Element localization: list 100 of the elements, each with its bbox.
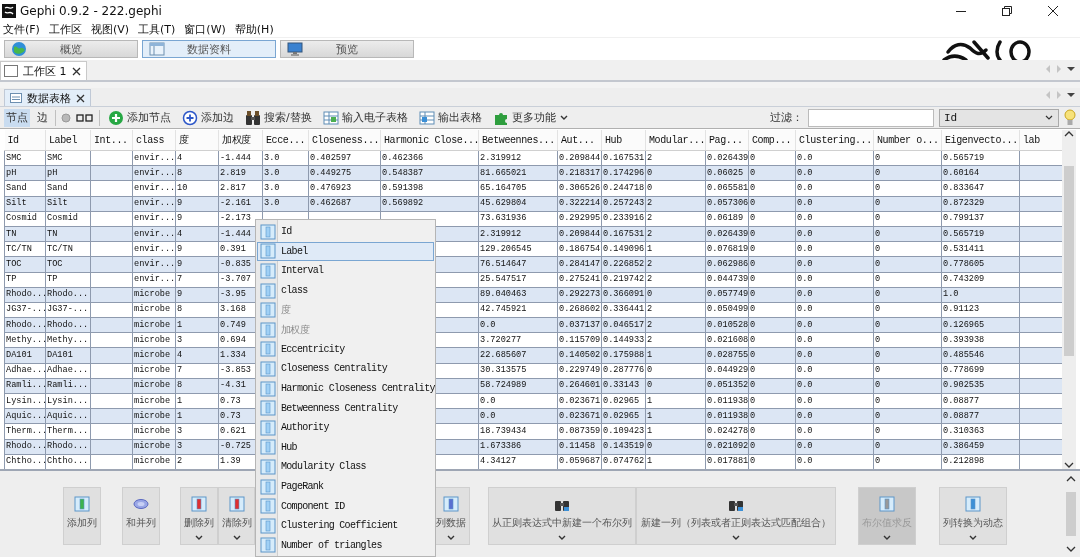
- menu-item[interactable]: 视图(V): [90, 22, 130, 37]
- table-cell: 0: [748, 423, 796, 440]
- filter-field[interactable]: [808, 108, 934, 127]
- menu-item[interactable]: PageRank: [257, 476, 434, 497]
- dropdown-icon[interactable]: [1066, 65, 1076, 73]
- toolbar-button[interactable]: 添加节点: [105, 107, 174, 128]
- menu-item[interactable]: 窗口(W): [184, 22, 226, 37]
- table-cell: 0.310363: [941, 423, 1020, 440]
- table-cell: 0.0: [795, 423, 874, 440]
- table-cell: 2: [645, 150, 706, 166]
- menu-item[interactable]: Clustering Coefficient: [257, 515, 434, 536]
- perspective-button[interactable]: 数据资料: [142, 40, 276, 58]
- column-action-button[interactable]: 添加列: [63, 487, 101, 545]
- close-icon[interactable]: [76, 93, 85, 103]
- column-action-button[interactable]: 删除列: [180, 487, 218, 545]
- column-action-button[interactable]: 和并列: [122, 487, 160, 545]
- menu-item[interactable]: 文件(F): [3, 22, 40, 37]
- scroll-up-icon[interactable]: [1064, 130, 1074, 138]
- toolbar-button[interactable]: 更多功能: [489, 107, 572, 128]
- table-cell: 1: [645, 423, 706, 440]
- window-title: Gephi 0.9.2 - 222.gephi: [20, 4, 162, 18]
- column-header[interactable]: Closeness...: [308, 130, 381, 151]
- column-header[interactable]: Hub: [601, 130, 646, 151]
- table-cell: 3.0: [262, 150, 309, 166]
- view-toggle[interactable]: 边: [35, 108, 50, 127]
- column-action-button[interactable]: 列转换为动态: [939, 487, 1007, 545]
- table-cell: 0.050499: [705, 302, 749, 318]
- table-cell: 0.244718: [601, 180, 646, 197]
- column-header[interactable]: Label: [45, 130, 91, 151]
- column-header[interactable]: Betweennes...: [478, 130, 558, 151]
- column-action-button[interactable]: 从正则表达式中新建一个布尔列: [488, 487, 636, 545]
- monitor-icon: [287, 41, 303, 57]
- menu-item[interactable]: 工具(T): [138, 22, 176, 37]
- table-cell: TP: [4, 272, 46, 288]
- two-squares-icon[interactable]: [76, 112, 94, 123]
- column-select[interactable]: Id: [939, 108, 1059, 127]
- table-cell: 0.0: [795, 272, 874, 288]
- table-cell: 0: [873, 241, 942, 257]
- perspective-button[interactable]: 概览: [4, 40, 138, 58]
- column-action-button[interactable]: 新建一列（列表或者正则表达式匹配组合）: [636, 487, 836, 545]
- column-header[interactable]: Id: [4, 130, 46, 151]
- dot-icon[interactable]: [61, 112, 71, 123]
- column-header[interactable]: Aut...: [557, 130, 602, 151]
- column-icon: [260, 458, 276, 475]
- dropdown-icon[interactable]: [1066, 91, 1076, 99]
- table-cell: 18.739434: [478, 423, 558, 440]
- column-header[interactable]: Int...: [90, 130, 133, 151]
- column-header[interactable]: Number o...: [873, 130, 942, 151]
- column-header[interactable]: class: [132, 130, 176, 151]
- column-action-button[interactable]: 清除列: [218, 487, 255, 545]
- table-cell: 0.565719: [941, 150, 1020, 166]
- table-cell: JG37-...: [4, 302, 46, 318]
- column-header[interactable]: Clustering...: [795, 130, 874, 151]
- toolbar-button[interactable]: 添加边: [179, 107, 237, 128]
- workspace-tab[interactable]: 工作区 1: [0, 61, 87, 80]
- perspective-button[interactable]: 预览: [280, 40, 414, 58]
- menu-item[interactable]: Component ID: [257, 496, 434, 516]
- column-header[interactable]: Modular...: [645, 130, 706, 151]
- scroll-down-icon[interactable]: [1064, 461, 1074, 469]
- table-cell: SMC: [4, 150, 46, 166]
- scrollbar-thumb[interactable]: [1066, 492, 1076, 536]
- menu-item[interactable]: 工作区: [48, 22, 82, 37]
- table-cell: 0: [748, 180, 796, 197]
- table-cell: 0.531411: [941, 241, 1020, 257]
- restore-icon[interactable]: [1001, 5, 1013, 17]
- table-cell: 0.229749: [557, 363, 602, 379]
- view-toggle[interactable]: 节点: [4, 108, 30, 127]
- column-icon: [260, 302, 276, 319]
- scroll-down-icon[interactable]: [1066, 545, 1076, 553]
- scroll-up-icon[interactable]: [1066, 475, 1076, 483]
- close-icon[interactable]: [1047, 5, 1059, 17]
- table-cell: 0.799137: [941, 211, 1020, 227]
- column-header[interactable]: Comp...: [748, 130, 796, 151]
- table-cell: 0.021608: [705, 332, 749, 348]
- table-cell: 0: [873, 393, 942, 409]
- toolbar-button[interactable]: 搜索/替换: [242, 107, 315, 128]
- column-header[interactable]: Harmonic Close...: [380, 130, 479, 151]
- close-icon[interactable]: [71, 66, 81, 76]
- table-icon: [10, 93, 22, 103]
- table-cell: microbe: [132, 302, 176, 318]
- scrollbar-thumb[interactable]: [1064, 166, 1074, 356]
- table-cell: Lysin...: [4, 393, 46, 409]
- column-header[interactable]: Ecce...: [262, 130, 309, 151]
- toolbar-button[interactable]: 输出表格: [415, 107, 485, 128]
- menu-item[interactable]: Label: [257, 241, 434, 262]
- column-header[interactable]: Eigenvecto...: [941, 130, 1020, 151]
- table-cell: 0.109423: [601, 423, 646, 440]
- table-cell: 0.0: [795, 180, 874, 197]
- menu-item[interactable]: 帮助(H): [234, 22, 274, 37]
- column-header[interactable]: 加权度: [218, 130, 263, 151]
- table-cell: 0: [645, 363, 706, 379]
- column-header[interactable]: Pag...: [705, 130, 749, 151]
- table-cell: [90, 393, 133, 409]
- menu-item[interactable]: Number of triangles: [257, 535, 434, 556]
- column-header[interactable]: lab: [1019, 130, 1062, 151]
- column-icon: [260, 400, 276, 417]
- column-header[interactable]: 度: [175, 130, 219, 151]
- table-cell: Therm...: [4, 423, 46, 440]
- panel-tab[interactable]: 数据表格: [4, 89, 91, 106]
- toolbar-button[interactable]: 输入电子表格: [319, 107, 411, 128]
